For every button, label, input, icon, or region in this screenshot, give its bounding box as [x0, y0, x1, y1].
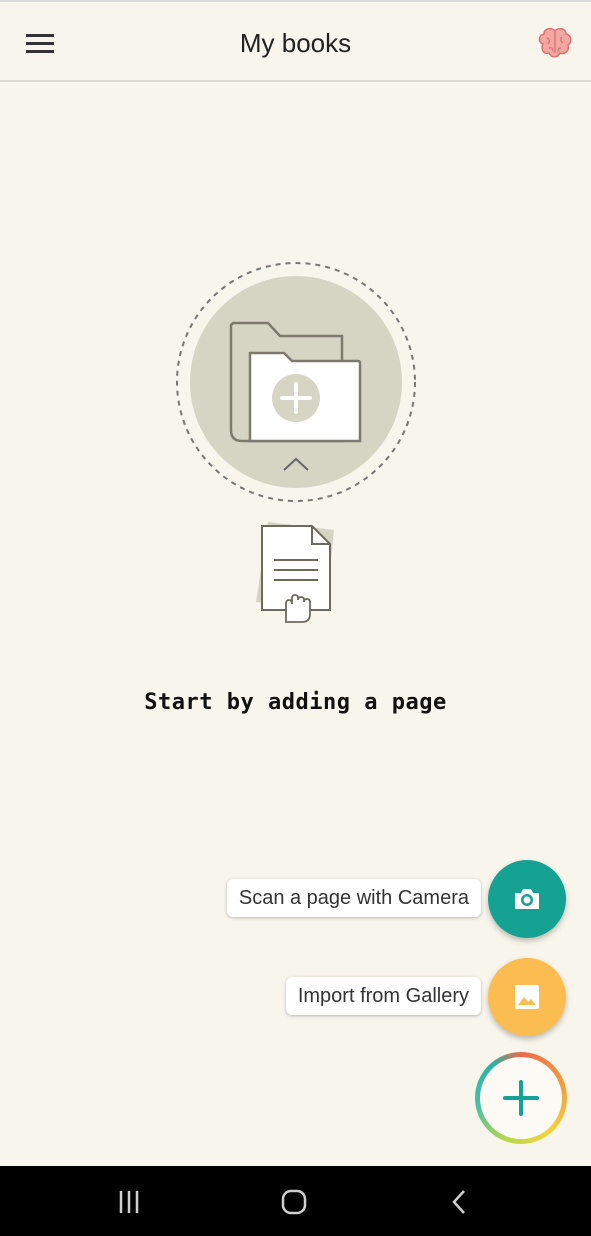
system-navigation-bar [0, 1166, 591, 1236]
home-icon [281, 1189, 307, 1215]
add-folder-icon [176, 262, 416, 502]
empty-state-message: Start by adding a page [144, 690, 447, 715]
back-icon [452, 1190, 465, 1214]
plus-icon [503, 1080, 539, 1116]
add-page-button[interactable] [475, 1052, 567, 1144]
image-icon [515, 985, 539, 1009]
import-gallery-label[interactable]: Import from Gallery [285, 977, 481, 1015]
scan-camera-button[interactable] [488, 860, 566, 938]
import-gallery-button[interactable] [488, 958, 566, 1036]
camera-icon [515, 889, 539, 909]
document-hand-icon [256, 522, 334, 623]
app-bar: My books [0, 0, 591, 82]
recents-button[interactable] [99, 1182, 159, 1222]
add-page-button-inner [480, 1057, 562, 1139]
brain-icon [538, 27, 572, 58]
page-title: My books [239, 28, 352, 58]
recents-icon [119, 1191, 139, 1213]
back-button[interactable] [430, 1182, 490, 1222]
scan-camera-label[interactable]: Scan a page with Camera [226, 879, 481, 917]
brain-button[interactable] [535, 24, 575, 62]
home-button[interactable] [264, 1182, 324, 1222]
